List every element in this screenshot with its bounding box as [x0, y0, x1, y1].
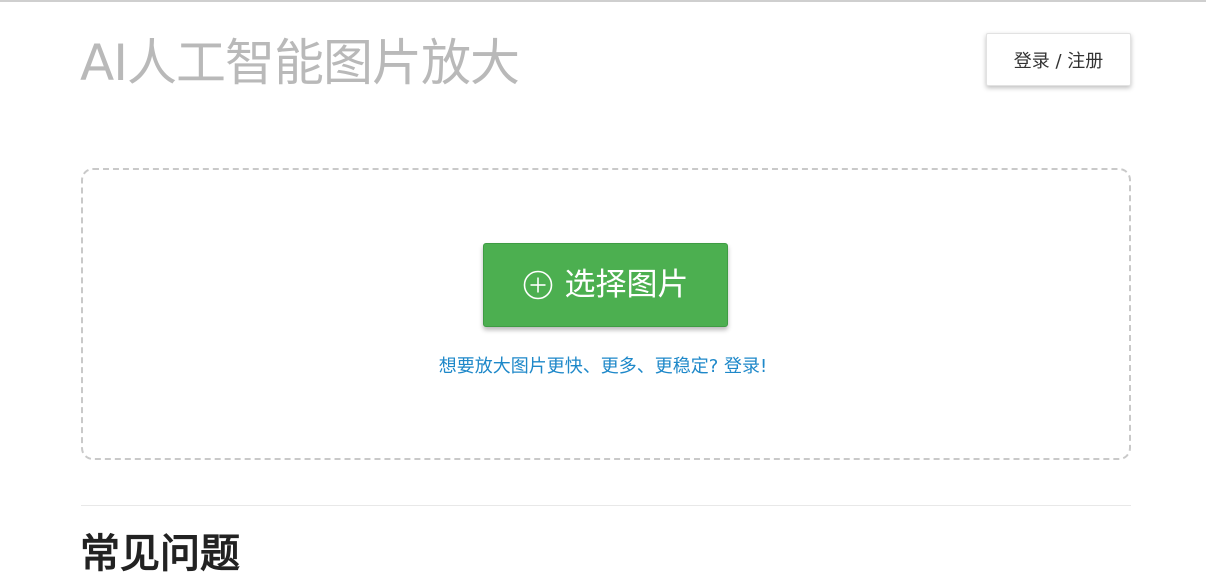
page-title: AI人工智能图片放大 — [80, 34, 520, 92]
select-image-label: 选择图片 — [564, 267, 689, 303]
select-image-button[interactable]: 选择图片 — [483, 243, 728, 327]
login-register-button[interactable]: 登录 / 注册 — [986, 33, 1131, 86]
login-prompt-link[interactable]: 想要放大图片更快、更多、更稳定? 登录! — [0, 352, 1206, 378]
faq-heading: 常见问题 — [80, 531, 240, 577]
plus-circle-icon — [523, 270, 553, 300]
top-border — [0, 0, 1206, 2]
section-divider — [81, 505, 1131, 506]
